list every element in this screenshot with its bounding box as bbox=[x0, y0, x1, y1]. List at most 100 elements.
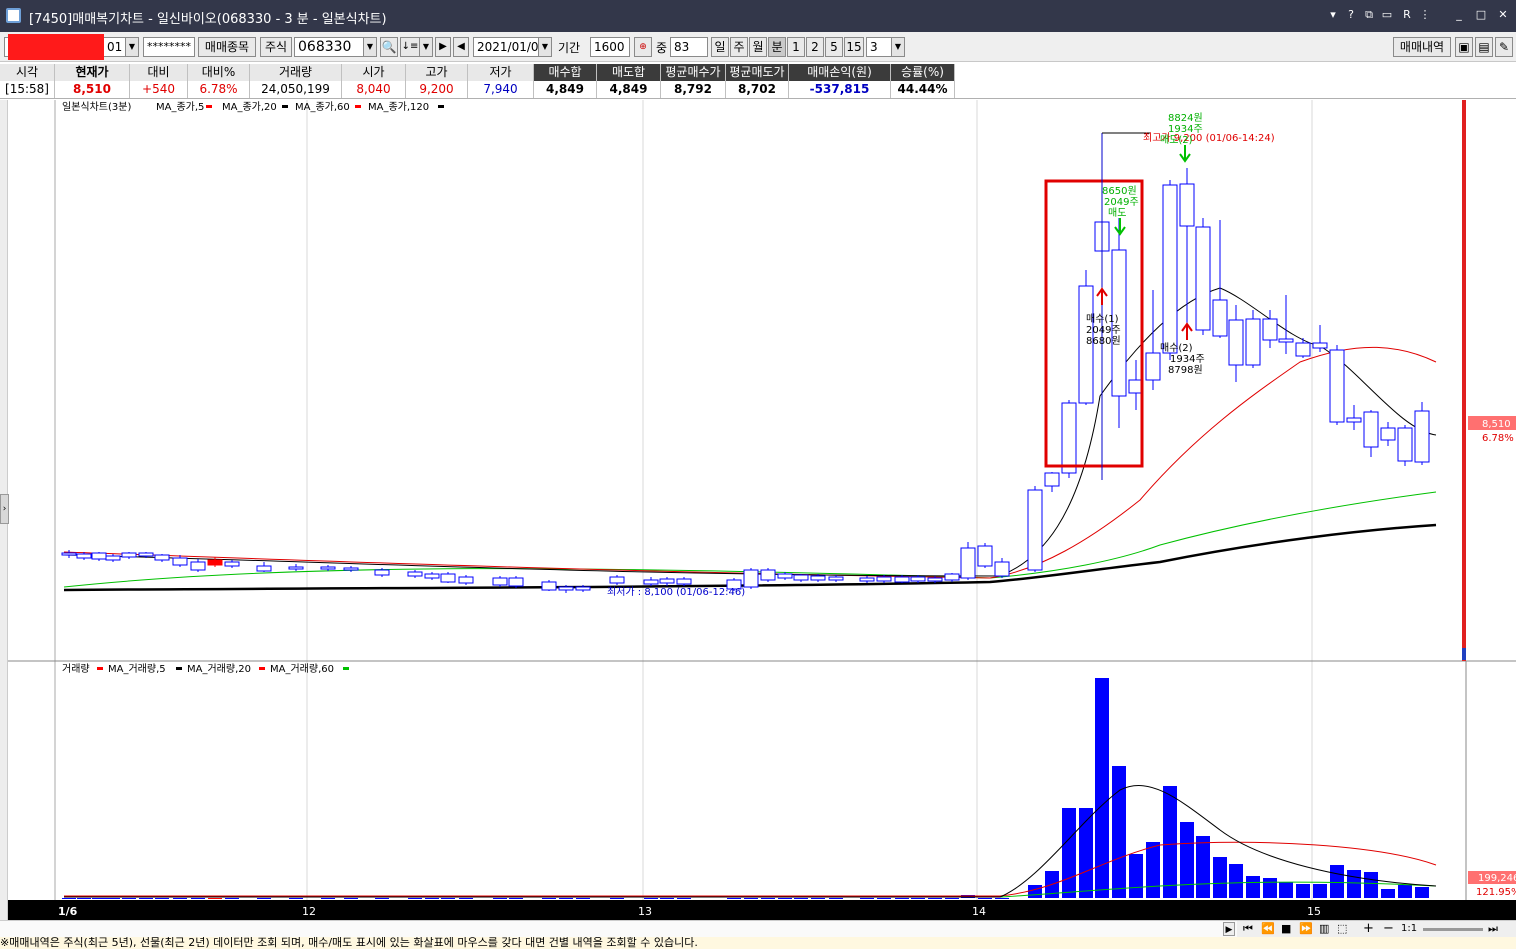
sell2-qty: 1934주 bbox=[1168, 124, 1203, 135]
price-legend-3: MA_종가,60 bbox=[295, 101, 350, 113]
minute-dropdown-icon[interactable]: ▼ bbox=[891, 37, 905, 57]
maximize-button[interactable]: □ bbox=[1472, 6, 1490, 24]
candle-body bbox=[1027, 489, 1043, 571]
volume-bar bbox=[1180, 822, 1194, 898]
date-label-1: 12 bbox=[302, 905, 316, 918]
close-button[interactable]: ✕ bbox=[1494, 6, 1512, 24]
header-low: 저가 bbox=[468, 64, 534, 81]
zoom-out-icon[interactable]: − bbox=[1383, 921, 1394, 936]
volume-bar bbox=[978, 898, 992, 899]
middle-input[interactable]: 83 bbox=[670, 37, 708, 57]
minute-1-button[interactable]: 1 bbox=[787, 37, 805, 57]
zoom-area-icon[interactable]: ⬚ bbox=[1337, 922, 1347, 935]
volume-bar bbox=[559, 898, 573, 899]
volume-bar bbox=[1415, 887, 1429, 898]
toggle-icon[interactable]: ▥ bbox=[1319, 922, 1329, 935]
first-icon[interactable]: ⏮ bbox=[1243, 922, 1253, 936]
help-button[interactable]: ? bbox=[1342, 6, 1360, 24]
candle-body bbox=[105, 555, 121, 561]
zoom-in-icon[interactable]: + bbox=[1363, 921, 1374, 936]
settings-icon[interactable]: ⊕ bbox=[634, 37, 652, 57]
tf-week-button[interactable]: 주 bbox=[730, 37, 748, 57]
minute-select[interactable]: 3 bbox=[866, 37, 892, 57]
minute-5-button[interactable]: 5 bbox=[825, 37, 843, 57]
title-bar: [7450]매매복기차트 - 일신바이오(068330 - 3 분 - 일본식차… bbox=[0, 0, 1516, 32]
prev-icon[interactable]: ◀ bbox=[453, 37, 469, 57]
forward-icon[interactable]: ⏩ bbox=[1299, 922, 1313, 935]
candle-body bbox=[960, 547, 976, 579]
period-input[interactable]: 1600 bbox=[590, 37, 630, 57]
pin-icon[interactable]: ▾ bbox=[1324, 6, 1342, 24]
tf-minute-button[interactable]: 분 bbox=[768, 37, 786, 57]
window-icon[interactable]: ▭ bbox=[1378, 6, 1396, 24]
candle-body bbox=[1278, 338, 1294, 343]
chart-area[interactable]: 일본식차트(3분) MA_종가,5 MA_종가,20 MA_종가,60 MA_종… bbox=[0, 100, 1516, 922]
tf-day-button[interactable]: 일 bbox=[711, 37, 729, 57]
volume-bar bbox=[139, 898, 153, 899]
market-button[interactable]: 주식 bbox=[260, 37, 292, 57]
header-winrate: 승률(%) bbox=[891, 64, 955, 81]
candle-body bbox=[343, 567, 359, 571]
zoom-slider[interactable] bbox=[1423, 928, 1483, 931]
redacted-account bbox=[8, 34, 104, 60]
minute-15-button[interactable]: 15 bbox=[844, 37, 864, 57]
candle-body bbox=[760, 569, 776, 581]
r-button[interactable]: R bbox=[1398, 6, 1416, 24]
candle-body bbox=[407, 571, 423, 577]
candle-body bbox=[458, 576, 474, 584]
vlegend-swatch-1 bbox=[176, 667, 182, 670]
ratio-label[interactable]: 1:1 bbox=[1401, 923, 1417, 934]
value-avg-sell: 8,702 bbox=[726, 81, 789, 98]
link-icon[interactable]: ⧉ bbox=[1360, 6, 1378, 24]
value-avg-buy: 8,792 bbox=[661, 81, 726, 98]
candle-body bbox=[793, 574, 809, 581]
password-field[interactable]: ******** bbox=[143, 37, 195, 57]
minimize-button[interactable]: _ bbox=[1450, 6, 1468, 24]
wrench-icon[interactable]: ✎ bbox=[1495, 37, 1513, 57]
expand-panel-icon[interactable]: › bbox=[0, 494, 9, 524]
price-legend-2: MA_종가,20 bbox=[222, 101, 277, 113]
candle-body bbox=[643, 579, 659, 585]
volume-bar bbox=[62, 898, 76, 899]
volume-bar bbox=[778, 898, 792, 899]
candle-body bbox=[1397, 427, 1413, 462]
code-dropdown-icon[interactable]: ▼ bbox=[363, 37, 377, 57]
sort-icon[interactable]: ↓≡ bbox=[400, 37, 420, 57]
date-input[interactable]: 2021/01/06 bbox=[473, 37, 539, 57]
minute-2-button[interactable]: 2 bbox=[806, 37, 824, 57]
trade-history-button[interactable]: 매매내역 bbox=[1393, 37, 1451, 57]
folder-icon[interactable]: ▣ bbox=[1455, 37, 1473, 57]
account-dropdown-icon[interactable]: ▼ bbox=[125, 37, 139, 57]
trade-item-button[interactable]: 매매종목 bbox=[198, 37, 256, 57]
price-tag: 8,510 bbox=[1482, 419, 1511, 430]
candle-body bbox=[138, 552, 154, 557]
horizontal-scrollbar[interactable]: ▶ bbox=[0, 920, 1237, 937]
stop-icon[interactable]: ■ bbox=[1281, 922, 1291, 935]
price-legend-4: MA_종가,120 bbox=[368, 101, 429, 113]
code-input[interactable]: 068330 bbox=[294, 37, 364, 57]
legend-swatch-ma60 bbox=[355, 105, 361, 108]
chart-background bbox=[0, 100, 1516, 922]
candle-body bbox=[1195, 226, 1211, 331]
volume-bar bbox=[257, 898, 271, 899]
volume-bar bbox=[1279, 882, 1293, 898]
rewind-icon[interactable]: ⏪ bbox=[1261, 922, 1275, 935]
play-icon[interactable]: ▶ bbox=[435, 37, 451, 57]
candle-body bbox=[1245, 318, 1261, 366]
volume-bar bbox=[610, 898, 624, 899]
last-icon[interactable]: ⏭ bbox=[1488, 922, 1498, 936]
volume-bar bbox=[811, 898, 825, 899]
sort-dropdown-icon[interactable]: ▼ bbox=[419, 37, 433, 57]
volume-bar bbox=[459, 898, 473, 899]
sell2-side: 매도(2) bbox=[1160, 134, 1193, 146]
tf-month-button[interactable]: 월 bbox=[749, 37, 767, 57]
value-sell-sum: 4,849 bbox=[597, 81, 661, 98]
scroll-right-icon[interactable]: ▶ bbox=[1223, 922, 1235, 936]
menu-icon[interactable]: ⋮ bbox=[1416, 6, 1434, 24]
date-dropdown-icon[interactable]: ▼ bbox=[538, 37, 552, 57]
volume-bar bbox=[509, 898, 523, 899]
sell1-side: 매도 bbox=[1108, 207, 1126, 219]
account-suffix-box[interactable]: 01 bbox=[104, 37, 126, 57]
save-icon[interactable]: ▤ bbox=[1475, 37, 1493, 57]
search-icon[interactable]: 🔍 bbox=[380, 37, 398, 57]
